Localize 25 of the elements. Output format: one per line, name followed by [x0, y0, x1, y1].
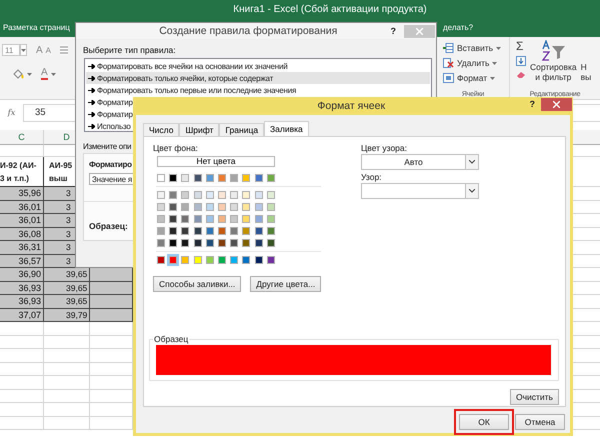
group-label: Образец: [153, 334, 190, 344]
dialog-title: Создание правила форматирования: [158, 25, 338, 37]
field-label: Выберите тип правила:: [83, 45, 176, 55]
table-cell: 36,93: [0, 295, 44, 308]
panel-heading: Форматиро: [89, 160, 132, 169]
table-cell: 39,65: [44, 268, 90, 282]
window-title: Книга1 - Excel (Сбой активации продукта): [233, 4, 427, 14]
preview-label: Образец:: [89, 221, 128, 231]
table-cell: 39,79: [44, 308, 90, 322]
table-cell: 36,57: [0, 254, 44, 268]
table-cell: 36,90: [0, 268, 44, 282]
dialog-title: Формат ячеек: [316, 99, 386, 114]
table-cell: 36,01: [0, 214, 44, 228]
table-cell: 35,96: [0, 187, 44, 200]
field-label: Цвет фона:: [153, 143, 198, 153]
table-cell: 37,07: [0, 308, 44, 322]
table-cell: 36,31: [0, 241, 44, 254]
field-label: Измените опи: [83, 142, 132, 151]
field-label: Узор:: [361, 172, 382, 182]
table-cell: 36,08: [0, 228, 44, 241]
table-cell: 39,65: [44, 295, 90, 308]
table-cell: 36,93: [0, 282, 44, 295]
table-cell: 36,01: [0, 200, 44, 214]
field-label: Цвет узора:: [361, 143, 408, 153]
table-cell: 39,65: [44, 282, 90, 295]
